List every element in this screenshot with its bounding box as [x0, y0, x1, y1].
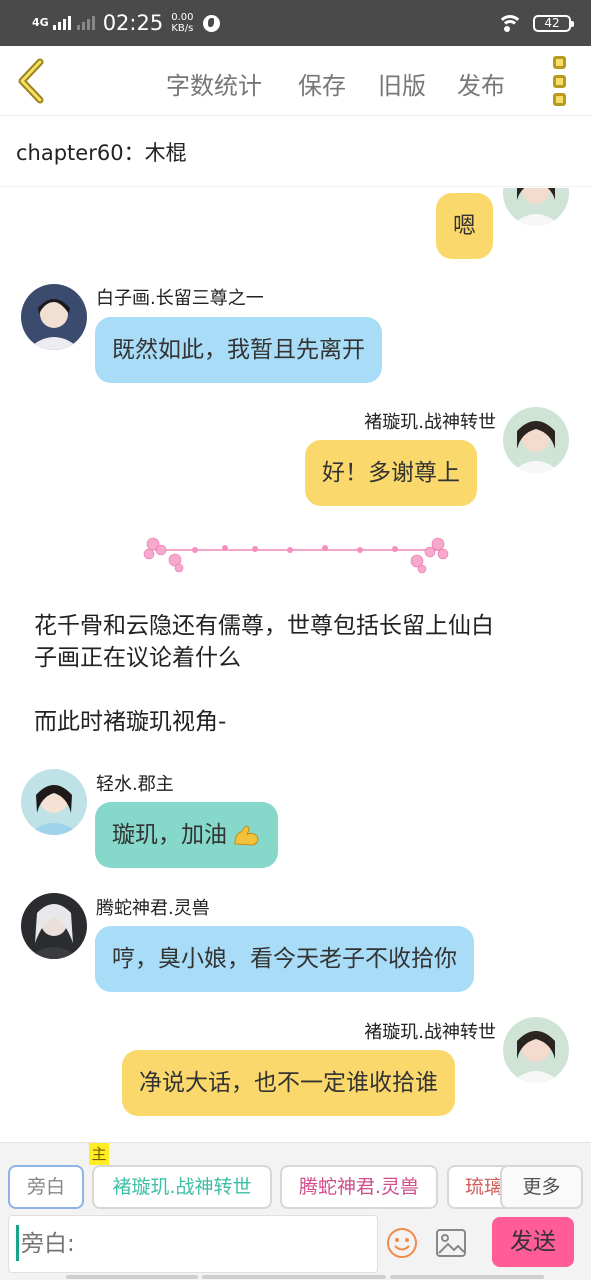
- network-type: 4G: [32, 16, 49, 29]
- editor-toolbar: 字数统计 保存 旧版 发布: [0, 46, 591, 116]
- clock: 02:25: [102, 11, 164, 35]
- signal-icon: [52, 16, 71, 30]
- main-role-tag: 主: [89, 1143, 109, 1165]
- network-speed: 0.00 KB/s: [171, 12, 193, 34]
- text-cursor: [16, 1225, 19, 1261]
- image-icon[interactable]: [436, 1229, 466, 1257]
- composer-panel: 主 旁白 褚璇玑.战神转世 腾蛇神君.灵兽 琉璃 更多 发送: [0, 1142, 591, 1280]
- role-selector: 旁白 褚璇玑.战神转世 腾蛇神君.灵兽 琉璃 更多: [0, 1163, 591, 1211]
- avatar[interactable]: [21, 769, 87, 835]
- avatar[interactable]: [503, 407, 569, 473]
- avatar[interactable]: [21, 893, 87, 959]
- save-button[interactable]: 保存: [298, 66, 346, 101]
- old-version-button[interactable]: 旧版: [378, 66, 426, 101]
- flower-divider-icon: [143, 537, 449, 574]
- chat-area[interactable]: 嗯 白子画.长留三尊之一 既然如此，我暂且先离开 褚璇玑.战神转世 好！多谢尊上…: [0, 188, 591, 1142]
- sender-name: 褚璇玑.战神转世: [364, 412, 496, 433]
- sender-name: 褚璇玑.战神转世: [364, 1022, 496, 1043]
- speed-unit: KB/s: [171, 23, 194, 34]
- word-count-button[interactable]: 字数统计: [166, 66, 262, 101]
- message-text: 璇玑，加油: [112, 822, 227, 848]
- narration-line: 子画正在议论着什么: [34, 645, 241, 671]
- scroll-indicator: [66, 1275, 544, 1280]
- send-button[interactable]: 发送: [492, 1217, 574, 1267]
- message-bubble[interactable]: 好！多谢尊上: [305, 440, 477, 506]
- sender-name: 轻水.郡主: [96, 774, 174, 795]
- smiley-icon[interactable]: [386, 1227, 418, 1259]
- message-bubble[interactable]: 嗯: [436, 193, 493, 259]
- message-bubble[interactable]: 既然如此，我暂且先离开: [95, 317, 382, 383]
- message-bubble[interactable]: 哼，臭小娘，看今天老子不收拾你: [95, 926, 474, 992]
- narration-line: 花千骨和云隐还有儒尊，世尊包括长留上仙白: [34, 613, 494, 639]
- avatar[interactable]: [21, 284, 87, 350]
- message-bubble[interactable]: 净说大话，也不一定谁收拾谁: [122, 1050, 455, 1116]
- wifi-icon: [497, 13, 523, 33]
- narration-text[interactable]: 而此时褚璇玑视角-: [34, 706, 564, 738]
- back-button[interactable]: [14, 58, 54, 104]
- message-input[interactable]: [8, 1215, 378, 1273]
- more-roles-button[interactable]: 更多: [500, 1165, 583, 1209]
- avatar[interactable]: [503, 1017, 569, 1083]
- avatar[interactable]: [503, 188, 569, 226]
- status-bar: 4G 02:25 0.00 KB/s 42: [0, 0, 591, 46]
- speed-value: 0.00: [171, 12, 194, 23]
- chevron-left-icon: [18, 58, 44, 104]
- role-chip-narrator[interactable]: 旁白: [8, 1165, 84, 1209]
- signal-icon-secondary: [76, 16, 95, 30]
- message-bubble[interactable]: 璇玑，加油: [95, 802, 278, 868]
- globe-icon: [203, 14, 221, 32]
- sender-name: 腾蛇神君.灵兽: [96, 898, 210, 919]
- chapter-title[interactable]: chapter60：木棍: [0, 117, 591, 187]
- battery-icon: 42: [533, 14, 574, 32]
- more-vertical-icon[interactable]: [548, 56, 570, 106]
- flexed-biceps-icon: [234, 825, 259, 846]
- narration-text[interactable]: 花千骨和云隐还有儒尊，世尊包括长留上仙白 子画正在议论着什么: [34, 610, 564, 674]
- role-chip[interactable]: 褚璇玑.战神转世: [92, 1165, 272, 1209]
- publish-button[interactable]: 发布: [457, 66, 505, 101]
- battery-level: 42: [544, 15, 560, 30]
- role-chip[interactable]: 腾蛇神君.灵兽: [280, 1165, 438, 1209]
- sender-name: 白子画.长留三尊之一: [96, 288, 264, 309]
